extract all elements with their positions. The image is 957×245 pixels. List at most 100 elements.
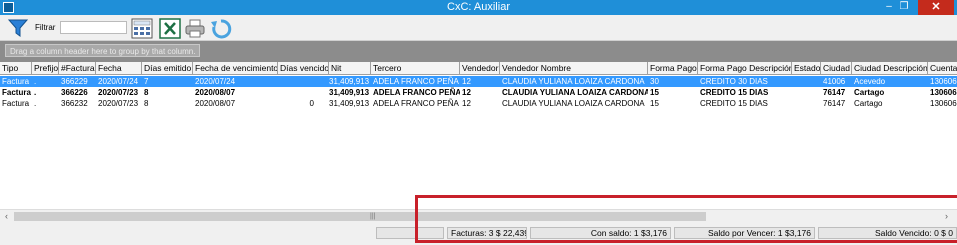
cell-fecha: 2020/07/24: [98, 77, 139, 86]
group-by-panel[interactable]: Drag a column header here to group by th…: [0, 41, 957, 62]
cell-fecha: 2020/07/23: [98, 99, 139, 108]
summary-por-vencer: Saldo por Vencer: 1 $3,176: [674, 227, 815, 239]
column-header-fecha-vencimiento[interactable]: Fecha de vencimiento: [193, 62, 278, 75]
column-header-nit[interactable]: Nit: [329, 62, 371, 75]
cell-tipo: Factura: [2, 88, 31, 97]
cell-ciudad: 76147: [823, 99, 846, 108]
print-icon[interactable]: [184, 18, 206, 39]
refresh-icon[interactable]: [210, 18, 232, 39]
column-header-dias-emitido[interactable]: Días emitido: [142, 62, 193, 75]
column-header-vendedor-nombre[interactable]: Vendedor Nombre: [500, 62, 648, 75]
column-header-forma-pago-descripcion[interactable]: Forma Pago Descripción: [698, 62, 792, 75]
cell-forma-pago-descripcion: CREDITO 30 DIAS: [700, 77, 768, 86]
cell-ciudad: 41006: [823, 77, 846, 86]
por-vencer-count: Saldo por Vencer: 1: [707, 228, 783, 238]
cell-prefijo: .: [34, 88, 37, 97]
calculator-icon[interactable]: [131, 18, 153, 39]
column-header-ciudad-descripcion[interactable]: Ciudad Descripción: [852, 62, 928, 75]
cell-tercero: ADELA FRANCO PEÑA: [373, 77, 459, 86]
column-header-estado[interactable]: Estado: [792, 62, 821, 75]
cell-prefijo: .: [34, 77, 37, 86]
column-header-cuenta[interactable]: Cuenta: [928, 62, 957, 75]
column-header-vendedor[interactable]: Vendedor: [460, 62, 500, 75]
cell-estado: [792, 98, 821, 109]
cell-vendedor-nombre: CLAUDIA YULIANA LOAIZA CARDONA: [502, 88, 648, 97]
column-header-factura[interactable]: #Factura: [59, 62, 96, 75]
column-header-fecha[interactable]: Fecha: [96, 62, 142, 75]
cell-dias-emitido: 8: [144, 99, 149, 108]
filter-input[interactable]: [60, 21, 127, 34]
cell-tipo: Factura: [2, 99, 30, 108]
cell-ciudad-descripcion: Cartago: [854, 88, 885, 97]
cell-factura: 366229: [61, 77, 88, 86]
toolbar: Filtrar: [0, 15, 957, 41]
cell-tercero: ADELA FRANCO PEÑA: [373, 88, 460, 97]
summary-con-saldo: Con saldo: 1 $3,176: [530, 227, 671, 239]
table-row[interactable]: Factura. 366229 2020/07/24 7 2020/07/24 31,40…: [0, 76, 957, 87]
con-saldo-total: $3,176: [641, 228, 667, 238]
cell-tercero: ADELA FRANCO PEÑA: [373, 99, 459, 108]
cell-dias-vencido: 0: [309, 99, 314, 108]
summary-vencido: Saldo Vencido: 0 $ 0: [818, 227, 957, 239]
excel-export-icon[interactable]: [159, 18, 181, 39]
cell-forma-pago: 15: [650, 88, 659, 97]
facturas-total: $ 22,439: [495, 228, 527, 238]
column-header-dias-vencido[interactable]: Días vencido: [278, 62, 329, 75]
column-header-tipo[interactable]: Tipo: [0, 62, 32, 75]
cell-estado: [792, 87, 821, 98]
cell-fecha: 2020/07/23: [98, 88, 139, 97]
data-grid: Tipo Prefijo #Factura Fecha Días emitido Fech…: [0, 62, 957, 208]
column-header-prefijo[interactable]: Prefijo: [32, 62, 59, 75]
cell-vendedor: 12: [462, 88, 471, 97]
table-row[interactable]: Factura. 366226 2020/07/23 8 2020/08/07 31,40…: [0, 87, 957, 98]
cell-ciudad: 76147: [823, 88, 846, 97]
column-header-ciudad[interactable]: Ciudad: [821, 62, 852, 75]
con-saldo-count: Con saldo: 1: [590, 228, 639, 238]
column-header-forma-pago[interactable]: Forma Pago: [648, 62, 698, 75]
restore-button[interactable]: ❐: [898, 1, 910, 13]
cell-nit: 31,409,913: [329, 88, 370, 97]
cell-factura: 366226: [61, 88, 88, 97]
cell-cuenta: 130606: [930, 88, 957, 97]
table-row[interactable]: Factura. 366232 2020/07/23 8 2020/08/07 0 31,4…: [0, 98, 957, 109]
cell-estado: [792, 76, 821, 87]
cell-forma-pago-descripcion: CREDITO 15 DIAS: [700, 99, 768, 108]
close-button[interactable]: ✕: [918, 0, 954, 15]
cell-cuenta: 130606: [930, 77, 957, 86]
summary-facturas: Facturas: 3 $ 22,439: [447, 227, 527, 239]
cell-fecha-vencimiento: 2020/08/07: [195, 88, 236, 97]
cell-nit: 31,409,913: [329, 77, 370, 86]
horizontal-scrollbar[interactable]: ‹ ||| ›: [0, 209, 957, 222]
cell-dias-vencido: [278, 76, 329, 87]
cell-factura: 366232: [61, 99, 88, 108]
cell-prefijo: .: [34, 99, 37, 108]
cell-dias-emitido: 8: [144, 88, 149, 97]
facturas-count: Facturas: 3: [451, 228, 494, 238]
cell-forma-pago: 30: [650, 77, 659, 86]
cell-dias-emitido: 7: [144, 77, 149, 86]
cell-nit: 31,409,913: [329, 99, 370, 108]
window-titlebar: CxC: Auxiliar – ❐ ✕: [0, 0, 957, 15]
cell-dias-vencido: [278, 87, 329, 98]
cell-forma-pago: 15: [650, 99, 659, 108]
cell-cuenta: 130606: [930, 99, 957, 108]
filter-label: Filtrar: [35, 23, 56, 32]
cell-ciudad-descripcion: Cartago: [854, 99, 883, 108]
summary-empty-box: [376, 227, 444, 239]
column-header-tercero[interactable]: Tercero: [371, 62, 460, 75]
cell-vendedor: 12: [462, 77, 471, 86]
grip-icon: |||: [370, 213, 376, 220]
cell-vendedor: 12: [462, 99, 471, 108]
por-vencer-total: $3,176: [785, 228, 811, 238]
minimize-button[interactable]: –: [883, 1, 895, 13]
cell-vendedor-nombre: CLAUDIA YULIANA LOAIZA CARDONA: [502, 99, 645, 108]
cell-vendedor-nombre: CLAUDIA YULIANA LOAIZA CARDONA: [502, 77, 645, 86]
group-hint: Drag a column header here to group by th…: [5, 44, 201, 57]
filter-icon[interactable]: [8, 18, 28, 38]
cell-fecha-vencimiento: 2020/08/07: [195, 99, 236, 108]
cell-forma-pago-descripcion: CREDITO 15 DIAS: [700, 88, 769, 97]
cell-fecha-vencimiento: 2020/07/24: [195, 77, 236, 86]
cell-tipo: Factura: [2, 77, 30, 86]
scrollbar-thumb[interactable]: |||: [14, 212, 706, 221]
cell-ciudad-descripcion: Acevedo: [854, 77, 886, 86]
